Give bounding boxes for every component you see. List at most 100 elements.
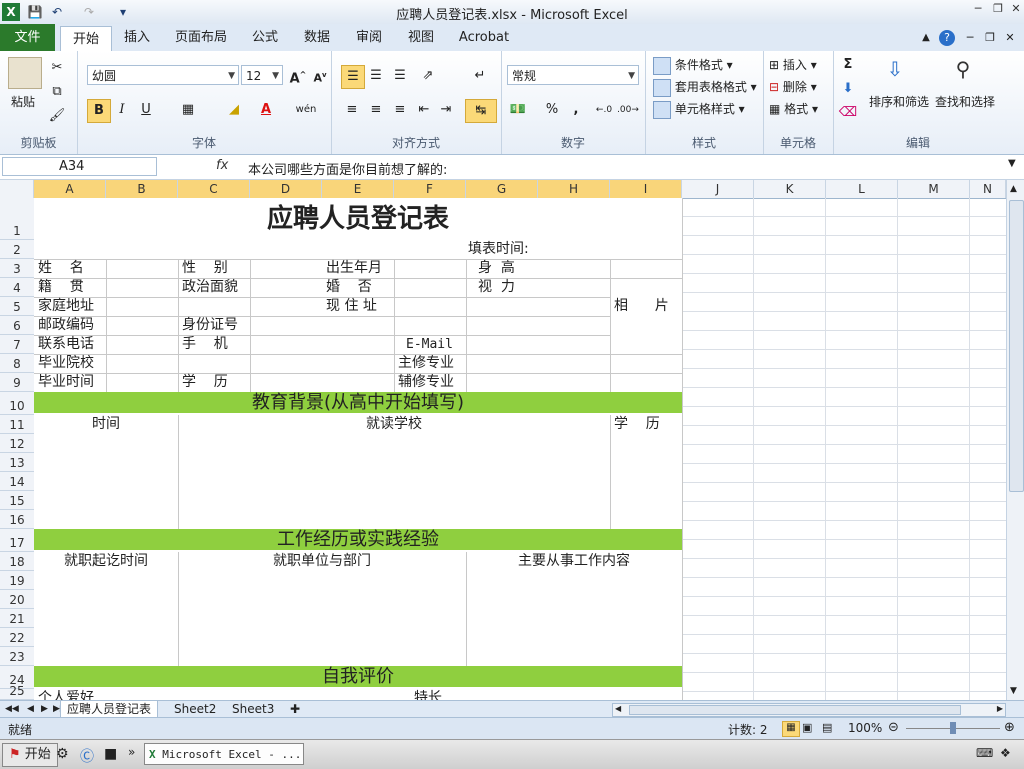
restore-button[interactable]: ❐ xyxy=(988,2,1008,20)
font-name-select[interactable]: 幼圆 ▼ xyxy=(87,65,239,85)
row-header[interactable]: 14 xyxy=(0,472,34,491)
close-button[interactable]: ✕ xyxy=(1006,2,1024,20)
align-left-icon[interactable]: ≡ xyxy=(341,99,363,121)
row-header[interactable]: 12 xyxy=(0,434,34,453)
scroll-up-icon[interactable]: ▲ xyxy=(1010,184,1017,194)
sort-filter-button[interactable]: 排序和筛选 xyxy=(869,93,929,110)
orientation-icon[interactable]: ⇗ xyxy=(417,65,439,87)
column-header[interactable]: D xyxy=(250,180,322,198)
tab-file[interactable]: 文件 xyxy=(0,24,55,51)
row-header[interactable]: 3 xyxy=(0,259,34,278)
bold-button[interactable]: B xyxy=(87,99,111,123)
delete-cells-button[interactable]: ⊟ 删除 ▾ xyxy=(769,78,817,95)
font-color-icon[interactable]: A xyxy=(255,99,277,121)
row-header[interactable]: 20 xyxy=(0,590,34,609)
first-sheet-icon[interactable]: ◀◀ xyxy=(2,701,22,717)
wrap-text-icon[interactable]: ↵ xyxy=(469,65,491,87)
decrease-decimal-icon[interactable]: .00→ xyxy=(617,99,639,121)
help-icon[interactable]: ? xyxy=(938,24,956,51)
conditional-format-button[interactable]: 条件格式 ▾ xyxy=(653,56,733,75)
insert-sheet-icon[interactable]: ✚ xyxy=(284,701,306,717)
column-header[interactable]: H xyxy=(538,180,610,198)
row-header[interactable]: 25 xyxy=(0,684,34,700)
zoom-level[interactable]: 100% xyxy=(848,721,882,735)
row-header[interactable]: 9 xyxy=(0,373,34,392)
align-bottom-icon[interactable]: ☰ xyxy=(389,65,411,87)
fill-icon[interactable]: ⬇ xyxy=(837,78,859,100)
row-header[interactable]: 19 xyxy=(0,571,34,590)
page-break-view-icon[interactable]: ▤ xyxy=(822,721,832,734)
find-select-button[interactable]: 查找和选择 xyxy=(935,93,995,110)
normal-view-icon[interactable]: ▦ xyxy=(782,721,800,737)
scroll-left-icon[interactable]: ◀ xyxy=(615,704,621,713)
merge-center-icon[interactable]: ↹ xyxy=(465,99,497,123)
worksheet-grid[interactable]: 应聘人员登记表 填表时间: 姓 名 性 别 出生年月 身 高 籍 贯 政治面貌 … xyxy=(34,198,1006,700)
taskbar-excel-button[interactable]: X Microsoft Excel - ... xyxy=(144,743,304,765)
increase-decimal-icon[interactable]: ←.0 xyxy=(593,99,615,121)
sheet-tab[interactable]: Sheet3 xyxy=(226,701,280,717)
tab-page-layout[interactable]: 页面布局 xyxy=(170,24,232,51)
comma-button[interactable]: , xyxy=(565,99,587,121)
insert-cells-button[interactable]: ⊞ 插入 ▾ xyxy=(769,56,817,73)
font-size-select[interactable]: 12 ▼ xyxy=(241,65,283,85)
column-header[interactable]: M xyxy=(898,180,970,198)
vertical-scrollbar[interactable]: ▲ ▼ xyxy=(1006,180,1024,700)
zoom-out-icon[interactable]: ⊝ xyxy=(888,720,899,735)
copy-icon[interactable]: ⧉ xyxy=(46,81,68,103)
format-cells-button[interactable]: ▦ 格式 ▾ xyxy=(769,100,818,117)
row-header[interactable]: 13 xyxy=(0,453,34,472)
row-header[interactable]: 1 xyxy=(0,198,34,240)
align-top-icon[interactable]: ☰ xyxy=(341,65,365,89)
column-header[interactable]: G xyxy=(466,180,538,198)
row-header[interactable]: 23 xyxy=(0,647,34,666)
zoom-slider-thumb[interactable] xyxy=(950,722,956,734)
next-sheet-icon[interactable]: ▶ xyxy=(38,701,51,717)
cell-styles-button[interactable]: 单元格样式 ▾ xyxy=(653,100,745,119)
tab-insert[interactable]: 插入 xyxy=(118,24,156,51)
scroll-down-icon[interactable]: ▼ xyxy=(1010,686,1017,696)
row-header[interactable]: 5 xyxy=(0,297,34,316)
paste-icon[interactable] xyxy=(8,57,42,89)
horizontal-scroll-thumb[interactable] xyxy=(629,705,961,715)
row-header[interactable]: 11 xyxy=(0,415,34,434)
column-header[interactable]: L xyxy=(826,180,898,198)
zoom-in-icon[interactable]: ⊕ xyxy=(1004,720,1015,735)
workbook-restore-button[interactable]: ❐ xyxy=(982,24,998,51)
expand-formula-bar-icon[interactable]: ▼ xyxy=(1008,158,1016,169)
column-header[interactable]: E xyxy=(322,180,394,198)
fill-color-icon[interactable]: ◢ xyxy=(223,99,245,121)
tab-review[interactable]: 审阅 xyxy=(350,24,388,51)
prev-sheet-icon[interactable]: ◀ xyxy=(24,701,37,717)
autosum-icon[interactable]: Σ xyxy=(837,54,859,76)
column-header[interactable]: N xyxy=(970,180,1006,198)
row-header[interactable]: 6 xyxy=(0,316,34,335)
tab-data[interactable]: 数据 xyxy=(298,24,336,51)
keyboard-icon[interactable]: ⌨ xyxy=(976,746,993,760)
underline-button[interactable]: U xyxy=(135,99,157,121)
grow-font-icon[interactable]: A^ xyxy=(287,64,309,86)
tab-acrobat[interactable]: Acrobat xyxy=(454,24,514,51)
number-format-select[interactable]: 常规 ▼ xyxy=(507,65,639,85)
paste-button[interactable]: 粘贴 xyxy=(11,93,35,110)
column-header[interactable]: C xyxy=(178,180,250,198)
tab-formulas[interactable]: 公式 xyxy=(246,24,284,51)
column-header[interactable]: K xyxy=(754,180,826,198)
minimize-button[interactable]: ─ xyxy=(968,2,988,20)
clear-icon[interactable]: ⌫ xyxy=(837,102,859,124)
workbook-minimize-button[interactable]: ─ xyxy=(962,24,978,51)
tray-icon[interactable]: ❖ xyxy=(1000,746,1011,760)
percent-button[interactable]: % xyxy=(541,99,563,121)
align-middle-icon[interactable]: ☰ xyxy=(365,65,387,87)
column-header[interactable]: A xyxy=(34,180,106,198)
italic-button[interactable]: I xyxy=(111,99,133,121)
horizontal-scrollbar[interactable]: ◀ ▶ xyxy=(612,703,1006,717)
row-header[interactable]: 8 xyxy=(0,354,34,373)
row-header[interactable]: 22 xyxy=(0,628,34,647)
row-header[interactable]: 16 xyxy=(0,510,34,529)
quicklaunch-icon-2[interactable]: ■ xyxy=(104,746,117,762)
quicklaunch-more-icon[interactable]: » xyxy=(128,745,135,759)
column-header[interactable]: F xyxy=(394,180,466,198)
increase-indent-icon[interactable]: ⇥ xyxy=(435,99,457,121)
row-header[interactable]: 2 xyxy=(0,240,34,259)
row-header[interactable]: 18 xyxy=(0,552,34,571)
